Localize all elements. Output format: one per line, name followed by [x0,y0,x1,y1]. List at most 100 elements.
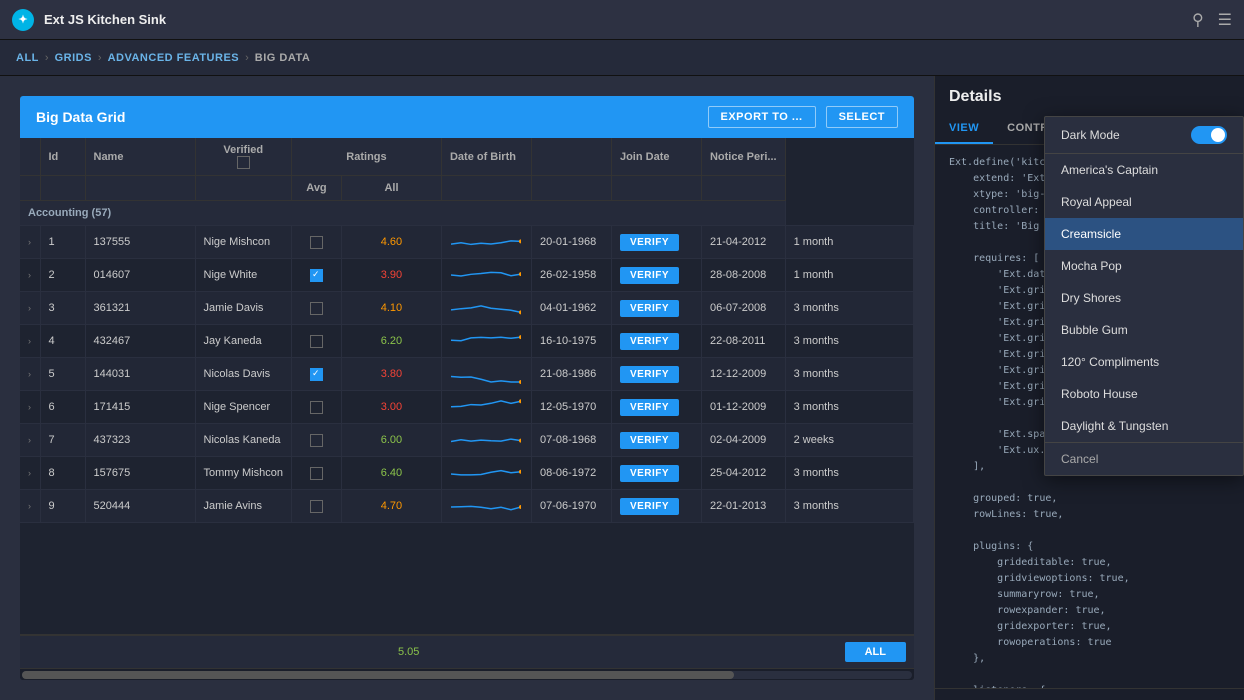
breadcrumb-grids[interactable]: GRIDS [55,52,92,64]
verify-button[interactable]: VERIFY [620,399,679,416]
grid-panel: Big Data Grid EXPORT TO ... SELECT Id Na… [20,96,914,680]
col-ratings-header: Ratings [291,138,441,176]
col-verify-btn-header [531,138,611,176]
row-name: Tommy Mishcon [195,457,291,490]
col-verified-sub [195,176,291,201]
table-row: › 6 171415 Nige Spencer 3.00 12-05-1970 … [20,391,914,424]
theme-daylight-tungsten[interactable]: Daylight & Tungsten [1045,410,1243,442]
row-joindate: 06-07-2008 [701,292,785,325]
verify-button[interactable]: VERIFY [620,465,679,482]
row-verified[interactable] [291,358,341,391]
row-verified[interactable] [291,424,341,457]
verified-checkbox[interactable] [310,335,323,348]
col-joindate-header: Join Date [611,138,701,176]
summary-row: 5.05 ALL [20,634,914,668]
verified-checkbox[interactable] [310,434,323,447]
dark-mode-toggle[interactable] [1191,126,1227,144]
theme-bubble-gum[interactable]: Bubble Gum [1045,314,1243,346]
row-verify-btn-cell: VERIFY [611,391,701,424]
table-row: › 2 014607 Nige White 3.90 26-02-1958 VE… [20,259,914,292]
row-verified[interactable] [291,457,341,490]
verified-checkbox[interactable] [310,368,323,381]
col-id-sub [40,176,85,201]
expand-icon: › [28,270,31,280]
expand-cell[interactable]: › [20,325,40,358]
theme-mocha-pop[interactable]: Mocha Pop [1045,250,1243,282]
theme-dropdown-menu: Dark Mode America's Captain Royal Appeal… [1044,116,1244,476]
expand-cell[interactable]: › [20,490,40,523]
verified-checkbox[interactable] [310,236,323,249]
row-verified[interactable] [291,490,341,523]
col-joindate-sub [611,176,701,201]
export-button[interactable]: EXPORT TO ... [708,106,816,128]
expand-icon: › [28,303,31,313]
expand-icon: › [28,369,31,379]
row-verified[interactable] [291,226,341,259]
theme-creamsicle[interactable]: Creamsicle [1045,218,1243,250]
expand-cell[interactable]: › [20,391,40,424]
menu-icon[interactable]: ☰ [1218,10,1232,30]
breadcrumb-sep-1: › [45,52,49,64]
row-verified[interactable] [291,391,341,424]
expand-cell[interactable]: › [20,457,40,490]
verify-button[interactable]: VERIFY [620,300,679,317]
verified-checkbox[interactable] [310,401,323,414]
row-name: Nicolas Kaneda [195,424,291,457]
verified-checkbox[interactable] [310,467,323,480]
theme-label-6: 120° Compliments [1061,355,1159,369]
theme-dry-shores[interactable]: Dry Shores [1045,282,1243,314]
expand-cell[interactable]: › [20,259,40,292]
expand-cell[interactable]: › [20,292,40,325]
row-id: 014607 [85,259,195,292]
verify-button[interactable]: VERIFY [620,366,679,383]
h-scrollbar[interactable] [20,668,914,680]
expand-cell[interactable]: › [20,424,40,457]
row-avg: 4.10 [341,292,441,325]
table-row: › 7 437323 Nicolas Kaneda 6.00 07-08-196… [20,424,914,457]
help-icon[interactable]: ⚲ [1192,10,1204,30]
row-verified[interactable] [291,292,341,325]
verify-button[interactable]: VERIFY [620,267,679,284]
table-container[interactable]: Id Name Verified Ratings Date of Birth J… [20,138,914,634]
row-dob: 21-08-1986 [531,358,611,391]
verified-header-checkbox[interactable] [237,156,250,169]
theme-roboto-house[interactable]: Roboto House [1045,378,1243,410]
grid-header: Big Data Grid EXPORT TO ... SELECT [20,96,914,138]
dark-mode-item[interactable]: Dark Mode [1045,117,1243,154]
verify-button[interactable]: VERIFY [620,333,679,350]
row-sparkline [441,358,531,391]
verified-checkbox[interactable] [310,269,323,282]
theme-label-3: Mocha Pop [1061,259,1122,273]
summary-all-button[interactable]: ALL [845,642,906,662]
row-verified[interactable] [291,259,341,292]
row-name: Jay Kaneda [195,325,291,358]
row-avg: 4.70 [341,490,441,523]
row-dob: 07-06-1970 [531,490,611,523]
sparkline-icon [451,430,521,450]
theme-americas-captain[interactable]: America's Captain [1045,154,1243,186]
breadcrumb-advanced[interactable]: ADVANCED FEATURES [108,52,240,64]
theme-cancel[interactable]: Cancel [1045,442,1243,475]
theme-royal-appeal[interactable]: Royal Appeal [1045,186,1243,218]
expand-cell[interactable]: › [20,358,40,391]
h-scroll-thumb [22,671,734,679]
row-num: 1 [40,226,85,259]
breadcrumb-sep-2: › [98,52,102,64]
breadcrumb-all[interactable]: ALL [16,52,39,64]
select-button[interactable]: SELECT [826,106,898,128]
verified-checkbox[interactable] [310,500,323,513]
row-num: 9 [40,490,85,523]
verify-button[interactable]: VERIFY [620,498,679,515]
theme-120-compliments[interactable]: 120° Compliments [1045,346,1243,378]
row-verified[interactable] [291,325,341,358]
verify-button[interactable]: VERIFY [620,432,679,449]
tab-view[interactable]: VIEW [935,114,993,144]
theme-label-8: Daylight & Tungsten [1061,419,1168,433]
verified-checkbox[interactable] [310,302,323,315]
verify-button[interactable]: VERIFY [620,234,679,251]
row-dob: 12-05-1970 [531,391,611,424]
col-notice-header: Notice Peri... [701,138,785,176]
row-id: 157675 [85,457,195,490]
right-panel-scrollbar[interactable] [935,688,1244,700]
expand-cell[interactable]: › [20,226,40,259]
